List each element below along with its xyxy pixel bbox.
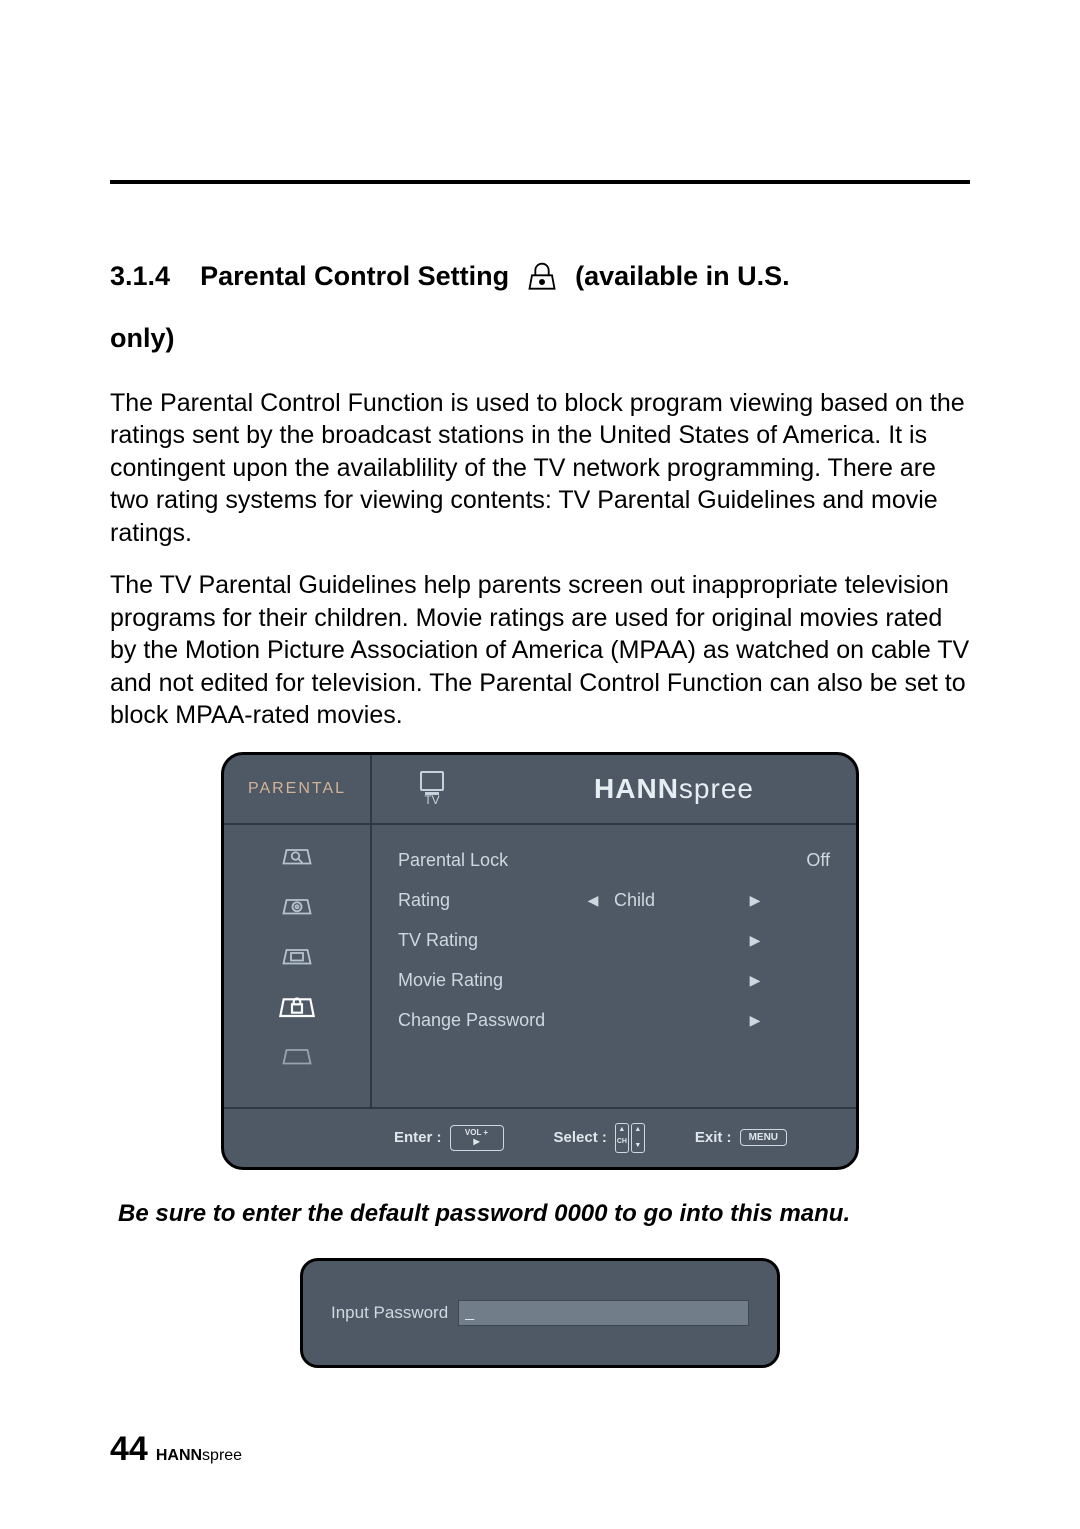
osd-tab-label: TV <box>424 793 439 807</box>
osd-footer: Enter : VOL + ▶ Select : ▲CH ▲▼ Exit : M… <box>224 1107 856 1167</box>
left-arrow-icon[interactable]: ◀ <box>578 892 608 909</box>
footer-enter-label: Enter : <box>394 1129 442 1146</box>
osd-header-tab: TV <box>372 755 492 823</box>
section-number: 3.1.4 <box>110 254 170 300</box>
password-field[interactable]: _ <box>458 1300 749 1326</box>
row-label: Parental Lock <box>398 850 578 871</box>
row-label: Change Password <box>398 1010 578 1031</box>
osd-body: Parental Lock Off Rating ◀ Child ▶ TV Ra… <box>224 825 856 1107</box>
footer-exit: Exit : MENU <box>695 1129 787 1146</box>
osd-sidebar <box>224 825 372 1107</box>
page-number: 44 <box>110 1430 148 1469</box>
page-footer: 44 HANNspree <box>110 1430 242 1469</box>
right-arrow-icon[interactable]: ▶ <box>740 972 770 989</box>
row-value: Child <box>608 890 740 911</box>
footer-brand: HANNspree <box>156 1444 242 1465</box>
section-title-part2: (available in U.S. <box>575 254 790 300</box>
osd-row-parental-lock[interactable]: Parental Lock Off <box>398 841 830 881</box>
right-triangle-icon: ▶ <box>473 1138 479 1146</box>
target-icon <box>273 885 321 927</box>
osd-row-rating[interactable]: Rating ◀ Child ▶ <box>398 881 830 921</box>
ch-key-icon: ▲CH ▲▼ <box>615 1123 645 1153</box>
parental-lock-icon <box>521 256 563 298</box>
right-arrow-icon[interactable]: ▶ <box>740 932 770 949</box>
osd-row-tv-rating[interactable]: TV Rating ▶ <box>398 921 830 961</box>
folder-icon <box>273 1035 321 1077</box>
footer-select-label: Select : <box>554 1129 607 1146</box>
footer-enter: Enter : VOL + ▶ <box>394 1125 504 1151</box>
footer-select: Select : ▲CH ▲▼ <box>554 1123 645 1153</box>
right-arrow-icon[interactable]: ▶ <box>740 1012 770 1029</box>
section-title-line2: only) <box>110 316 175 362</box>
osd-brand: HANNspree <box>492 755 856 823</box>
section-heading: 3.1.4 Parental Control Setting (availabl… <box>110 254 970 362</box>
ch-key-left: ▲CH <box>615 1123 629 1153</box>
osd-header: PARENTAL TV HANNspree <box>224 755 856 825</box>
osd-parental-panel: PARENTAL TV HANNspree <box>221 752 859 1170</box>
osd-row-change-password[interactable]: Change Password ▶ <box>398 1001 830 1041</box>
row-label: Rating <box>398 890 578 911</box>
row-label: Movie Rating <box>398 970 578 991</box>
password-note: Be sure to enter the default password 00… <box>110 1200 970 1228</box>
section-title-part1: Parental Control Setting <box>200 254 509 300</box>
brand-bold: HANN <box>594 773 679 805</box>
footer-brand-bold: HANN <box>156 1447 202 1464</box>
footer-brand-light: spree <box>202 1447 242 1464</box>
right-arrow-icon[interactable]: ▶ <box>740 892 770 909</box>
row-label: TV Rating <box>398 930 578 951</box>
lock-folder-icon <box>273 985 321 1027</box>
top-horizontal-rule <box>110 180 970 184</box>
monitor-icon <box>273 935 321 977</box>
vol-key-label: VOL + <box>465 1129 488 1137</box>
body-paragraph-1: The Parental Control Function is used to… <box>110 387 970 550</box>
brand-light: spree <box>679 773 754 805</box>
ch-key-right: ▲▼ <box>631 1123 645 1153</box>
osd-content: Parental Lock Off Rating ◀ Child ▶ TV Ra… <box>372 825 856 1107</box>
input-password-panel: Input Password _ <box>300 1258 780 1368</box>
row-trailing: Off <box>770 850 830 871</box>
osd-row-movie-rating[interactable]: Movie Rating ▶ <box>398 961 830 1001</box>
password-label: Input Password <box>331 1303 448 1323</box>
menu-key-icon: MENU <box>740 1129 787 1146</box>
footer-exit-label: Exit : <box>695 1129 732 1146</box>
tv-icon <box>420 771 444 791</box>
vol-plus-key-icon: VOL + ▶ <box>450 1125 504 1151</box>
body-paragraph-2: The TV Parental Guidelines help parents … <box>110 569 970 732</box>
osd-header-title: PARENTAL <box>224 755 372 823</box>
magnifier-icon <box>273 835 321 877</box>
